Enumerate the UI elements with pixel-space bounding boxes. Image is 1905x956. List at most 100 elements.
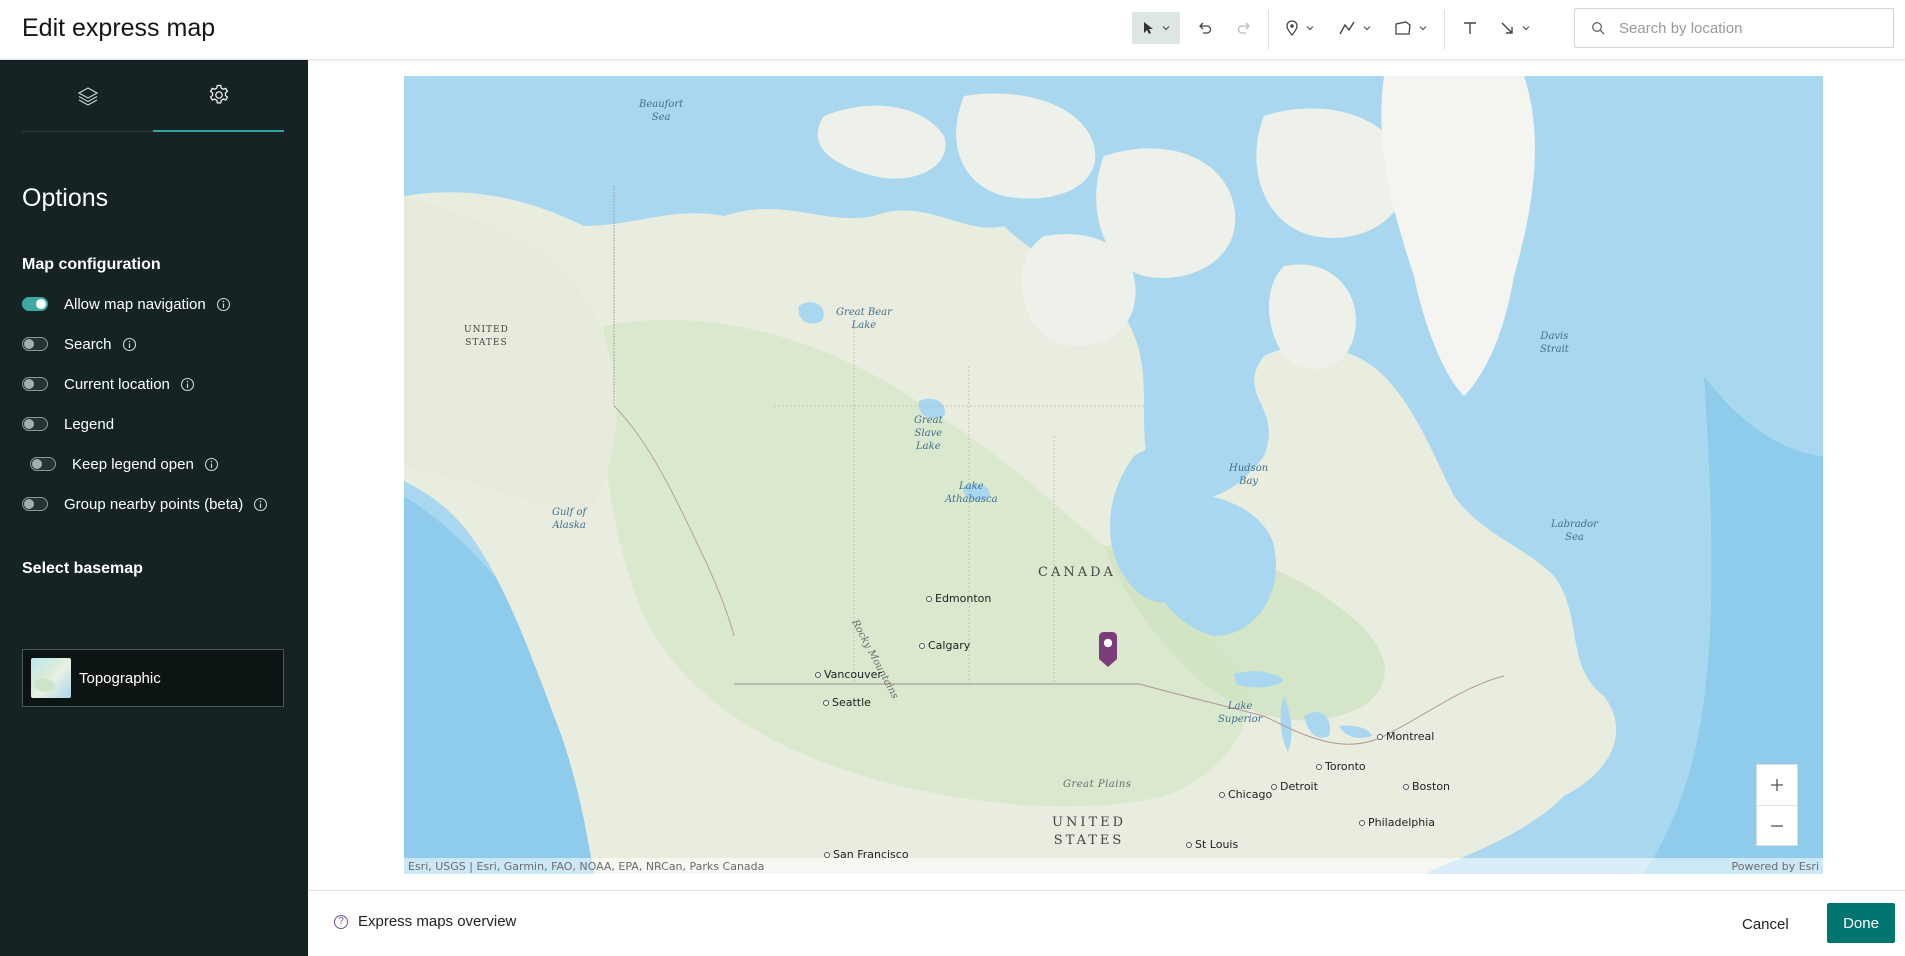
- city-boston: Boston: [1403, 780, 1450, 793]
- label-lake-superior: Lake Superior: [1218, 701, 1263, 725]
- map-attribution: Esri, USGS | Esri, Garmin, FAO, NOAA, EP…: [404, 858, 1823, 874]
- zoom-controls: [1756, 764, 1798, 846]
- city-detroit: Detroit: [1271, 780, 1318, 793]
- option-allow-map-navigation[interactable]: Allow map navigation: [22, 292, 231, 316]
- city-edmonton: Edmonton: [926, 592, 991, 605]
- option-legend[interactable]: Legend: [22, 412, 114, 436]
- info-icon[interactable]: [180, 377, 195, 392]
- label-lake-athabasca: Lake Athabasca: [945, 481, 998, 505]
- group-points-toggle[interactable]: [22, 497, 48, 511]
- chevron-down-icon: [1162, 26, 1170, 31]
- line-tool-button[interactable]: [1334, 12, 1376, 44]
- option-current-location[interactable]: Current location: [22, 372, 195, 396]
- arrow-icon: [1501, 22, 1513, 34]
- undo-button[interactable]: [1192, 12, 1218, 44]
- search-icon: [1591, 21, 1605, 35]
- zoom-out-button[interactable]: [1757, 805, 1797, 845]
- option-label: Group nearby points (beta): [64, 495, 244, 513]
- select-tool-button[interactable]: [1132, 12, 1180, 44]
- label-davis-strait: Davis Strait: [1540, 331, 1569, 355]
- label-beaufort-sea: Beaufort Sea: [639, 99, 684, 123]
- city-toronto: Toronto: [1316, 760, 1366, 773]
- powered-by-esri[interactable]: Powered by Esri: [1731, 860, 1819, 873]
- area-tool-button[interactable]: [1390, 12, 1432, 44]
- text-icon: [1464, 22, 1476, 34]
- city-seattle: Seattle: [823, 696, 871, 709]
- chevron-down-icon: [1522, 26, 1530, 31]
- option-label: Current location: [64, 375, 170, 393]
- chevron-down-icon: [1306, 26, 1314, 31]
- map-pin-marker[interactable]: [1097, 631, 1119, 671]
- toolbar-divider: [1444, 10, 1445, 50]
- plus-icon: [1771, 779, 1783, 791]
- map-view[interactable]: Beaufort Sea Great Bear Lake Great Slave…: [404, 76, 1823, 874]
- map-pin-icon: [1286, 20, 1298, 36]
- help-link-label: Express maps overview: [358, 913, 517, 930]
- label-great-bear-lake: Great Bear Lake: [836, 307, 892, 331]
- info-icon[interactable]: [204, 457, 219, 472]
- city-vancouver: Vancouver: [815, 668, 882, 681]
- chevron-down-icon: [1363, 26, 1371, 31]
- page-title: Edit express map: [22, 14, 216, 42]
- toolbar-divider: [1268, 10, 1269, 50]
- option-label: Allow map navigation: [64, 295, 206, 313]
- label-united-states: UNITED STATES: [1052, 815, 1127, 848]
- label-hudson-bay: Hudson Bay: [1229, 463, 1269, 487]
- basemap-selector[interactable]: Topographic: [22, 649, 284, 707]
- legend-toggle[interactable]: [22, 417, 48, 431]
- undo-icon: [1199, 22, 1212, 34]
- options-heading: Options: [22, 184, 109, 212]
- city-montreal: Montreal: [1377, 730, 1434, 743]
- city-calgary: Calgary: [919, 639, 970, 652]
- current-location-toggle[interactable]: [22, 377, 48, 391]
- allow-navigation-toggle[interactable]: [22, 297, 48, 311]
- zoom-in-button[interactable]: [1757, 765, 1797, 805]
- express-maps-overview-link[interactable]: ? Express maps overview: [334, 913, 516, 930]
- chevron-down-icon: [1419, 26, 1427, 31]
- basemap-label: Topographic: [79, 669, 161, 687]
- city-chicago: Chicago: [1219, 788, 1272, 801]
- layers-icon: [77, 87, 98, 106]
- tab-settings[interactable]: [153, 60, 284, 132]
- label-great-slave-lake: Great Slave Lake: [914, 415, 943, 452]
- search-toggle[interactable]: [22, 337, 48, 351]
- info-icon[interactable]: [253, 497, 268, 512]
- basemap-thumbnail: [31, 658, 71, 698]
- label-great-plains: Great Plains: [1063, 779, 1132, 790]
- cancel-button[interactable]: Cancel: [1742, 909, 1789, 939]
- city-philadelphia: Philadelphia: [1359, 816, 1435, 829]
- option-label: Keep legend open: [72, 455, 194, 473]
- label-canada: CANADA: [1038, 565, 1116, 580]
- sidebar-tabs: [22, 60, 284, 132]
- option-label: Legend: [64, 415, 115, 433]
- location-search[interactable]: [1574, 8, 1894, 48]
- attribution-text: Esri, USGS | Esri, Garmin, FAO, NOAA, EP…: [408, 859, 765, 873]
- info-icon[interactable]: [216, 297, 231, 312]
- option-label: Search: [64, 335, 112, 353]
- redo-icon: [1237, 22, 1250, 34]
- redo-button[interactable]: [1231, 12, 1257, 44]
- city-st-louis: St Louis: [1186, 838, 1238, 851]
- label-gulf-of-alaska: Gulf of Alaska: [552, 507, 587, 531]
- select-basemap-title: Select basemap: [22, 560, 143, 577]
- tab-layers[interactable]: [22, 60, 153, 132]
- options-sidebar: Options Map configuration Allow map navi…: [0, 60, 308, 956]
- label-united-states-alaska: UNITED STATES: [464, 325, 509, 348]
- pointer-icon: [1144, 22, 1153, 34]
- arrow-tool-button[interactable]: [1494, 12, 1536, 44]
- label-labrador-sea: Labrador Sea: [1551, 519, 1598, 543]
- option-group-nearby-points[interactable]: Group nearby points (beta): [22, 492, 268, 516]
- polygon-icon: [1395, 21, 1411, 35]
- done-button[interactable]: Done: [1827, 903, 1895, 943]
- search-input[interactable]: [1619, 19, 1879, 37]
- info-icon[interactable]: [122, 337, 137, 352]
- keep-legend-open-toggle[interactable]: [30, 457, 56, 471]
- basemap-topographic: [404, 76, 1823, 874]
- option-search[interactable]: Search: [22, 332, 137, 356]
- polyline-icon: [1339, 21, 1355, 35]
- option-keep-legend-open[interactable]: Keep legend open: [30, 452, 219, 476]
- minus-icon: [1771, 824, 1783, 827]
- text-tool-button[interactable]: [1458, 12, 1482, 44]
- map-canvas-area: Beaufort Sea Great Bear Lake Great Slave…: [308, 60, 1905, 890]
- pin-tool-button[interactable]: [1280, 12, 1320, 44]
